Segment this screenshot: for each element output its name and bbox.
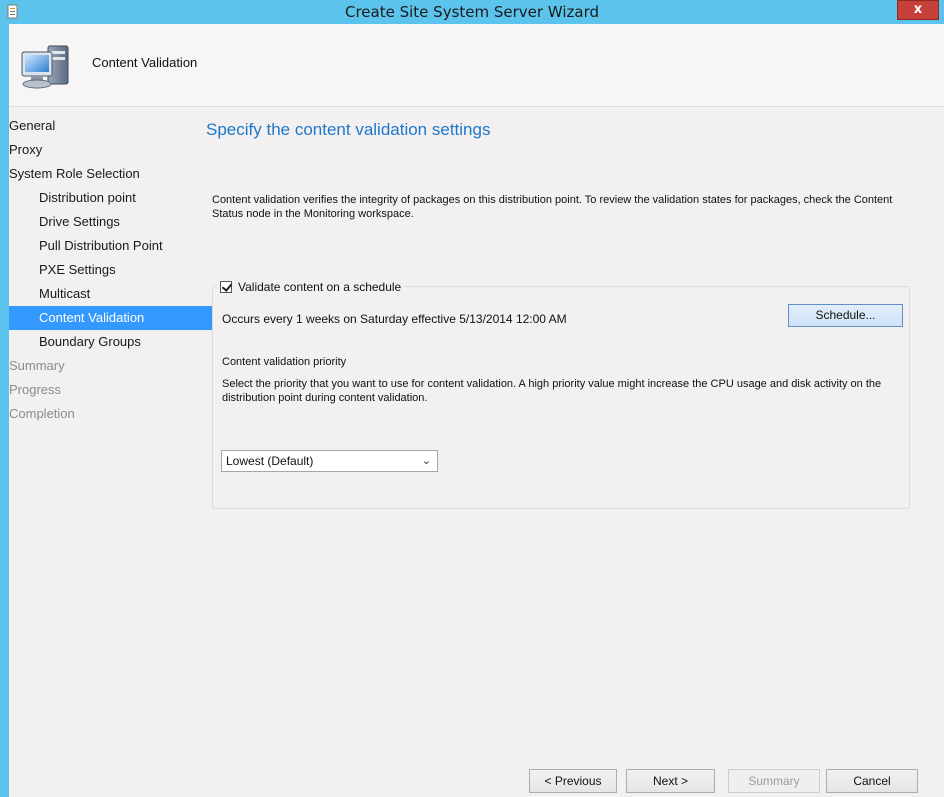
nav-item-proxy[interactable]: Proxy: [9, 138, 189, 162]
previous-button[interactable]: < Previous: [529, 769, 617, 793]
wizard-header: Content Validation: [9, 24, 944, 107]
wizard-window: Create Site System Server Wizard x Conte…: [0, 0, 944, 797]
nav-item-progress: Progress: [9, 382, 62, 397]
validate-content-checkbox[interactable]: [220, 281, 232, 293]
close-button[interactable]: x: [897, 0, 939, 20]
cancel-button[interactable]: Cancel: [826, 769, 918, 793]
chevron-down-icon[interactable]: ⌄: [422, 454, 431, 467]
page-title: Content Validation: [92, 55, 198, 70]
validate-content-label: Validate content on a schedule: [238, 280, 402, 294]
nav-item-multicast[interactable]: Multicast: [9, 282, 189, 306]
nav-item-completion: Completion: [9, 406, 75, 421]
page-heading: Specify the content validation settings: [206, 120, 491, 139]
validate-content-checkbox-row[interactable]: Validate content on a schedule: [217, 280, 405, 294]
window-title: Create Site System Server Wizard: [345, 3, 599, 21]
computer-icon: [21, 45, 69, 89]
priority-label: Content validation priority: [222, 356, 347, 368]
priority-description: Select the priority that you want to use…: [222, 378, 882, 404]
page-description: Content validation verifies the integrit…: [212, 194, 893, 220]
nav-item-content-validation[interactable]: Content Validation: [9, 306, 213, 330]
nav-item-drive-settings[interactable]: Drive Settings: [9, 210, 189, 234]
title-bar[interactable]: Create Site System Server Wizard x: [0, 0, 944, 24]
schedule-summary-text: Occurs every 1 weeks on Saturday effecti…: [222, 312, 567, 326]
wizard-step-list: General Proxy System Role Selection Distrib…: [9, 114, 213, 426]
next-button[interactable]: Next >: [626, 769, 715, 793]
priority-select-value: Lowest (Default): [226, 454, 314, 468]
priority-select[interactable]: Lowest (Default) ⌄: [221, 450, 438, 472]
nav-item-system-role-selection[interactable]: System Role Selection: [9, 162, 189, 186]
nav-item-distribution-point[interactable]: Distribution point: [9, 186, 189, 210]
nav-item-general[interactable]: General: [9, 114, 189, 138]
nav-item-pull-distribution-point[interactable]: Pull Distribution Point: [9, 234, 189, 258]
nav-item-pxe-settings[interactable]: PXE Settings: [9, 258, 189, 282]
nav-item-summary: Summary: [9, 358, 65, 373]
summary-button[interactable]: Summary: [728, 769, 820, 793]
wizard-client-area: Content Validation General Proxy System Ro…: [9, 24, 944, 797]
schedule-button[interactable]: Schedule...: [788, 304, 903, 327]
nav-item-boundary-groups[interactable]: Boundary Groups: [9, 330, 189, 354]
